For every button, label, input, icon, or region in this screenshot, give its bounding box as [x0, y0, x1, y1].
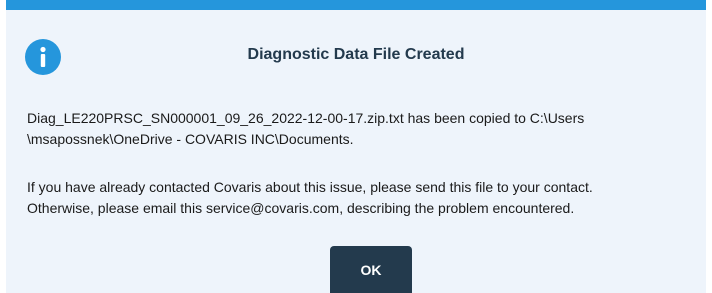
dialog-title: Diagnostic Data File Created: [247, 46, 465, 63]
message-line: Otherwise, please email this service@cov…: [27, 200, 575, 216]
dialog-message-instructions: If you have already contacted Covaris ab…: [27, 177, 697, 219]
ok-button[interactable]: OK: [330, 246, 412, 293]
dialog-message-file-copied: Diag_LE220PRSC_SN000001_09_26_2022-12-00…: [27, 108, 697, 150]
message-line: Diag_LE220PRSC_SN000001_09_26_2022-12-00…: [27, 110, 585, 126]
diagnostic-dialog: Diagnostic Data File Created Diag_LE220P…: [6, 0, 706, 293]
dialog-top-bar: [6, 0, 706, 10]
message-line: \msapossnek\OneDrive - COVARIS INC\Docum…: [27, 131, 354, 147]
message-line: If you have already contacted Covaris ab…: [27, 179, 593, 195]
